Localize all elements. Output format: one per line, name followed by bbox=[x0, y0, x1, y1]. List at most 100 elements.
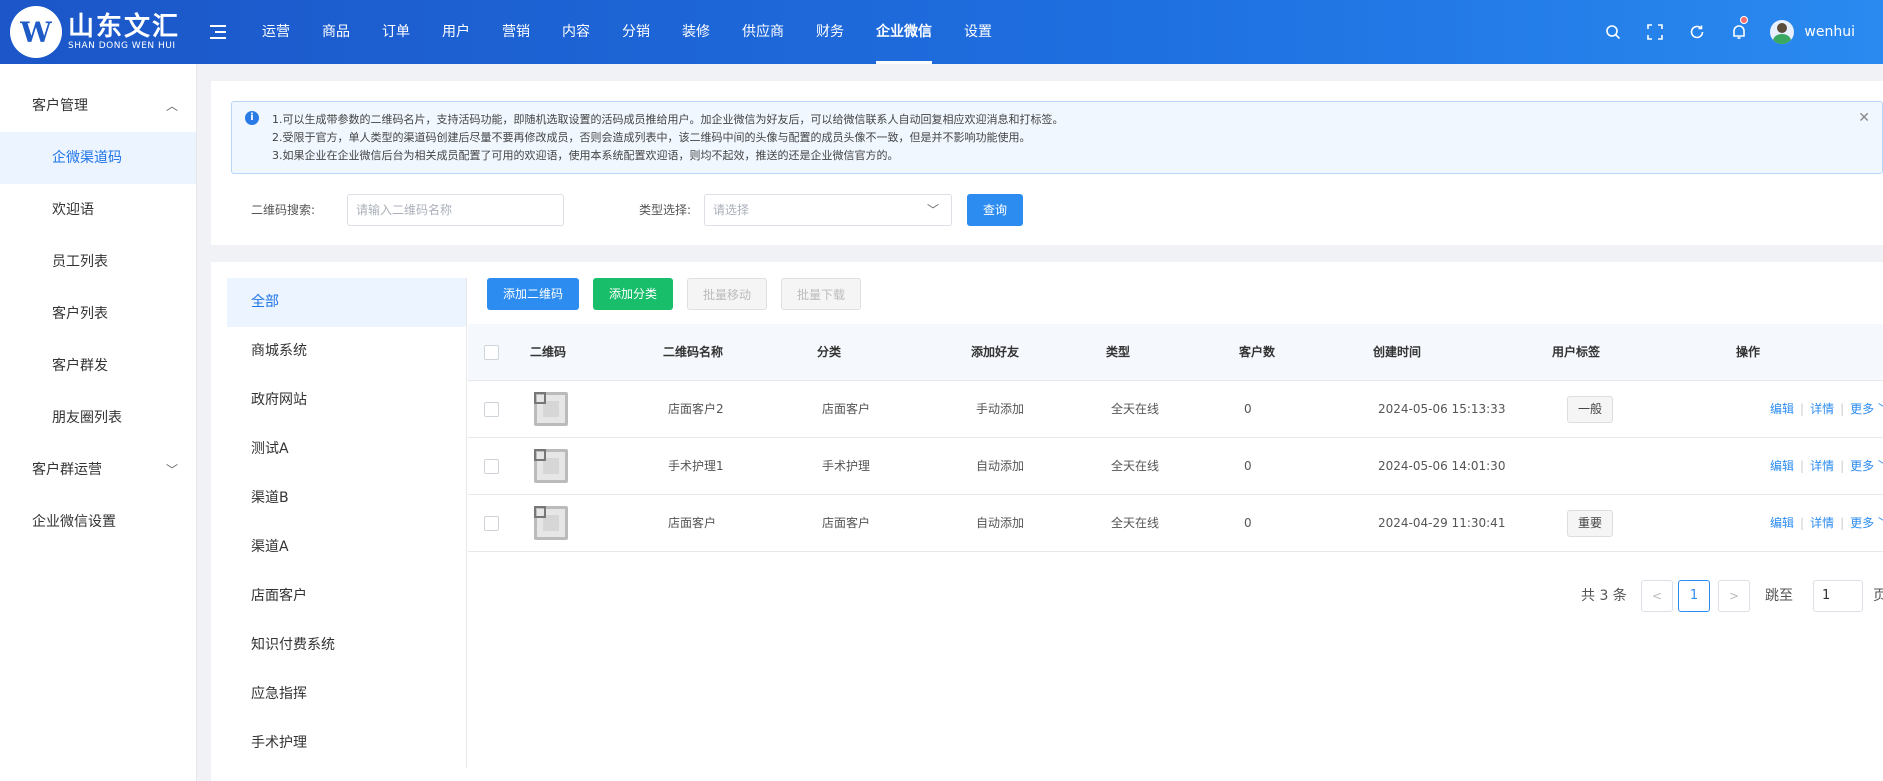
cell-created: 2024-05-06 14:01:30 bbox=[1378, 459, 1506, 473]
col-type: 类型 bbox=[1106, 345, 1131, 359]
filter-panel: i 1.可以生成带参数的二维码名片，支持活码功能，即随机选取设置的活码成员推给用… bbox=[211, 81, 1883, 245]
nav-caiwu[interactable]: 财务 bbox=[800, 0, 860, 64]
sidebar-group-settings[interactable]: 企业微信设置 bbox=[0, 496, 196, 548]
cell-type: 全天在线 bbox=[1111, 516, 1160, 530]
edit-link[interactable]: 编辑 bbox=[1770, 459, 1794, 473]
nav-gongyingshang[interactable]: 供应商 bbox=[726, 0, 800, 64]
category-item[interactable]: 商城系统 bbox=[227, 327, 466, 376]
qr-code-thumbnail[interactable] bbox=[534, 506, 568, 540]
cell-add-friend: 手动添加 bbox=[976, 402, 1025, 416]
select-all-checkbox[interactable] bbox=[484, 345, 499, 360]
col-qr: 二维码 bbox=[530, 345, 567, 359]
sidebar-item-customers[interactable]: 客户列表 bbox=[0, 288, 196, 340]
qr-code-thumbnail[interactable] bbox=[534, 449, 568, 483]
nav-shangpin[interactable]: 商品 bbox=[306, 0, 366, 64]
qr-search-label: 二维码搜索: bbox=[251, 203, 316, 217]
sidebar-item-staff[interactable]: 员工列表 bbox=[0, 236, 196, 288]
nav-dingdan[interactable]: 订单 bbox=[366, 0, 426, 64]
more-link[interactable]: 更多 bbox=[1850, 459, 1874, 473]
nav-yunying[interactable]: 运营 bbox=[246, 0, 306, 64]
sidebar-group-group-ops[interactable]: 客户群运营 ﹀ bbox=[0, 444, 196, 496]
cell-type: 全天在线 bbox=[1111, 459, 1160, 473]
add-category-button[interactable]: 添加分类 bbox=[593, 278, 673, 310]
jump-page-input[interactable]: 1 bbox=[1813, 580, 1863, 612]
row-checkbox[interactable] bbox=[484, 516, 499, 531]
category-list: 全部 商城系统 政府网站 测试A 渠道B 渠道A 店面客户 知识付费系统 应急指… bbox=[227, 278, 467, 768]
category-item[interactable]: 渠道A bbox=[227, 523, 466, 572]
info-alert: i 1.可以生成带参数的二维码名片，支持活码功能，即随机选取设置的活码成员推给用… bbox=[231, 101, 1883, 174]
detail-link[interactable]: 详情 bbox=[1810, 516, 1834, 530]
add-qr-button[interactable]: 添加二维码 bbox=[487, 278, 579, 310]
user-menu[interactable]: wenhui bbox=[1760, 20, 1883, 44]
next-page-icon[interactable]: > bbox=[1718, 580, 1750, 612]
category-all[interactable]: 全部 bbox=[227, 278, 466, 327]
category-item[interactable]: 渠道B bbox=[227, 474, 466, 523]
cell-category: 手术护理 bbox=[822, 459, 871, 473]
nav-qiyeweixin[interactable]: 企业微信 bbox=[860, 0, 948, 64]
category-item[interactable]: 知识付费系统 bbox=[227, 621, 466, 670]
fullscreen-icon[interactable] bbox=[1634, 0, 1676, 64]
nav-neirong[interactable]: 内容 bbox=[546, 0, 606, 64]
cell-name: 手术护理1 bbox=[668, 459, 724, 473]
col-ops: 操作 bbox=[1736, 345, 1761, 359]
sidebar-item-moments[interactable]: 朋友圈列表 bbox=[0, 392, 196, 444]
category-item[interactable]: 店面客户 bbox=[227, 572, 466, 621]
nav-yingxiao[interactable]: 营销 bbox=[486, 0, 546, 64]
category-item[interactable]: 政府网站 bbox=[227, 376, 466, 425]
nav-yonghu[interactable]: 用户 bbox=[426, 0, 486, 64]
bell-icon[interactable] bbox=[1718, 0, 1760, 64]
more-link[interactable]: 更多 bbox=[1850, 402, 1874, 416]
jump-label: 跳至 bbox=[1765, 588, 1793, 604]
brand-name-en: SHAN DONG WEN HUI bbox=[68, 40, 176, 51]
cell-customers: 0 bbox=[1244, 402, 1252, 416]
row-actions: 编辑|详情|更多 ﹀ bbox=[1770, 438, 1883, 495]
category-item[interactable]: 应急指挥 bbox=[227, 670, 466, 719]
sidebar-item-mass-send[interactable]: 客户群发 bbox=[0, 340, 196, 392]
detail-link[interactable]: 详情 bbox=[1810, 402, 1834, 416]
search-icon[interactable] bbox=[1592, 0, 1634, 64]
chevron-up-icon: ︿ bbox=[165, 99, 178, 113]
nav-zhuangxiu[interactable]: 装修 bbox=[666, 0, 726, 64]
detail-link[interactable]: 详情 bbox=[1810, 459, 1834, 473]
category-item[interactable]: 测试A bbox=[227, 425, 466, 474]
col-created: 创建时间 bbox=[1373, 345, 1422, 359]
col-tags: 用户标签 bbox=[1552, 345, 1601, 359]
total-count: 共 3 条 bbox=[1581, 588, 1627, 604]
prev-page-icon[interactable]: < bbox=[1641, 580, 1673, 612]
row-checkbox[interactable] bbox=[484, 402, 499, 417]
info-icon: i bbox=[245, 111, 259, 125]
col-customers: 客户数 bbox=[1239, 345, 1276, 359]
nav-fenxiao[interactable]: 分销 bbox=[606, 0, 666, 64]
search-form: 二维码搜索: 请输入二维码名称 类型选择: 请选择 ﹀ 查询 bbox=[231, 194, 1871, 226]
row-checkbox[interactable] bbox=[484, 459, 499, 474]
sidebar-item-channel-code[interactable]: 企微渠道码 bbox=[0, 132, 196, 184]
type-select[interactable]: 请选择 ﹀ bbox=[704, 194, 952, 226]
batch-download-button[interactable]: 批量下载 bbox=[781, 278, 861, 310]
more-link[interactable]: 更多 bbox=[1850, 516, 1874, 530]
page-number[interactable]: 1 bbox=[1678, 580, 1710, 612]
qr-search-input[interactable]: 请输入二维码名称 bbox=[347, 194, 564, 226]
sidebar-item-welcome[interactable]: 欢迎语 bbox=[0, 184, 196, 236]
cell-type: 全天在线 bbox=[1111, 402, 1160, 416]
qr-code-thumbnail[interactable] bbox=[534, 392, 568, 426]
query-button[interactable]: 查询 bbox=[967, 194, 1023, 226]
cell-customers: 0 bbox=[1244, 459, 1252, 473]
edit-link[interactable]: 编辑 bbox=[1770, 516, 1794, 530]
col-add-friend: 添加好友 bbox=[971, 345, 1020, 359]
col-category: 分类 bbox=[817, 345, 842, 359]
edit-link[interactable]: 编辑 bbox=[1770, 402, 1794, 416]
menu-toggle-icon[interactable] bbox=[210, 25, 226, 39]
logo-mark: W bbox=[10, 6, 62, 58]
close-icon[interactable]: ✕ bbox=[1858, 110, 1870, 126]
cell-name: 店面客户 bbox=[668, 516, 717, 530]
category-item[interactable]: 手术护理 bbox=[227, 719, 466, 768]
refresh-icon[interactable] bbox=[1676, 0, 1718, 64]
cell-customers: 0 bbox=[1244, 516, 1252, 530]
notification-dot bbox=[1740, 16, 1749, 24]
brand-logo[interactable]: W 山东文汇 SHAN DONG WEN HUI bbox=[0, 0, 190, 64]
sidebar-group-customer[interactable]: 客户管理 ︿ bbox=[0, 80, 196, 132]
batch-move-button[interactable]: 批量移动 bbox=[687, 278, 767, 310]
nav-shezhi[interactable]: 设置 bbox=[948, 0, 1008, 64]
main-nav: 运营 商品 订单 用户 营销 内容 分销 装修 供应商 财务 企业微信 设置 bbox=[246, 0, 1008, 64]
brand-name: 山东文汇 bbox=[68, 11, 181, 42]
